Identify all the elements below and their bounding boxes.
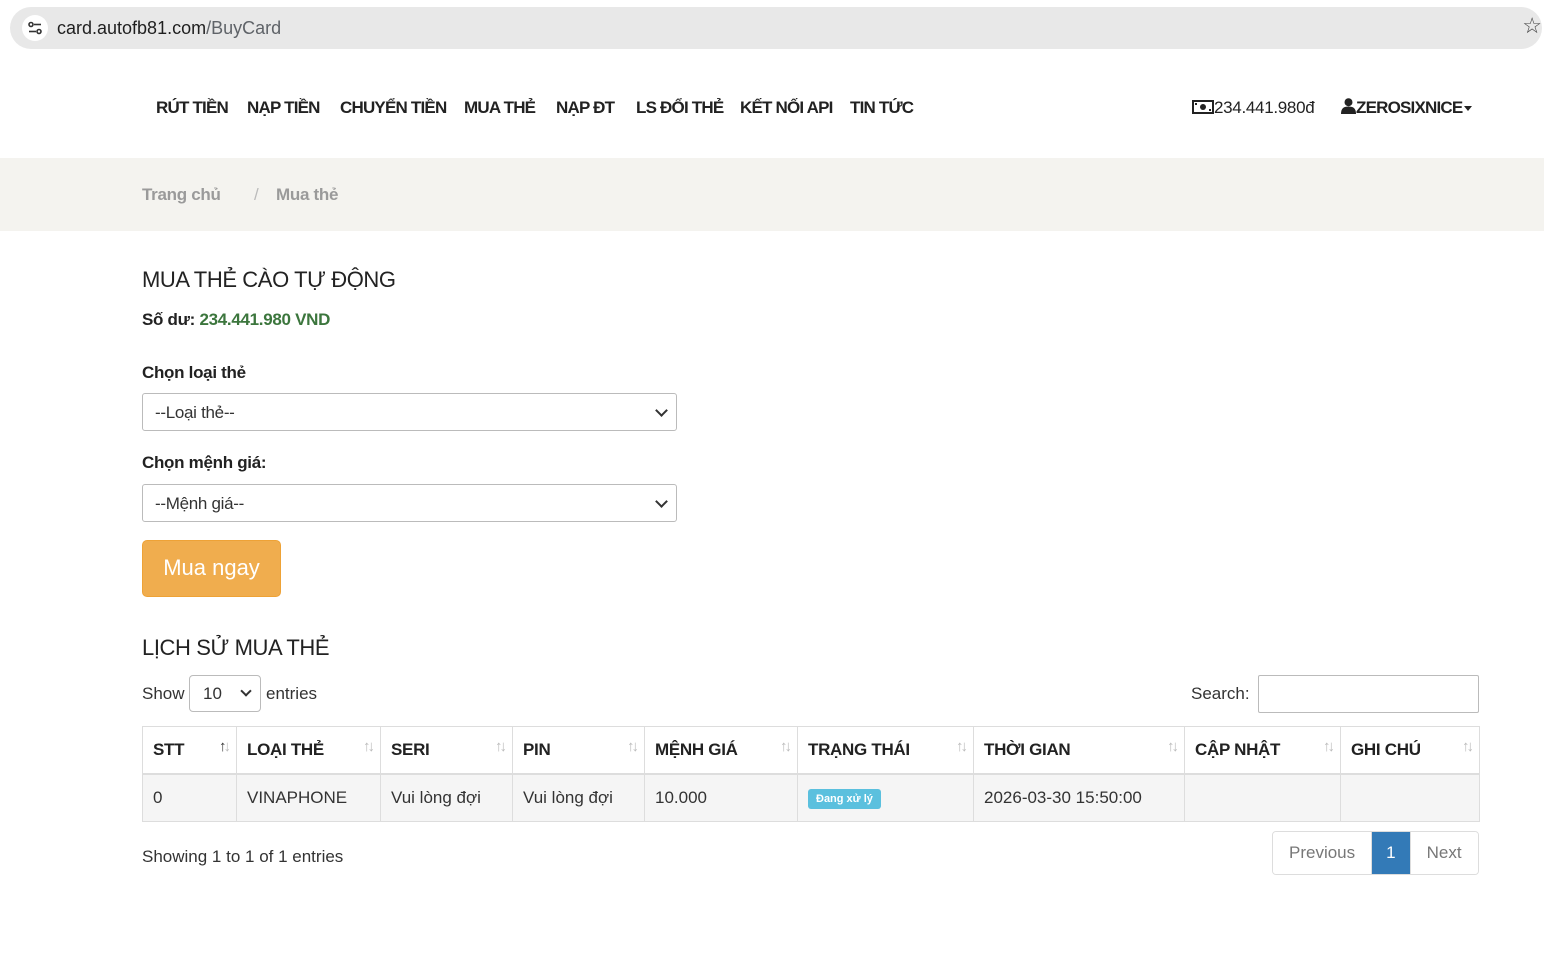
breadcrumb-home[interactable]: Trang chủ xyxy=(142,185,221,205)
buy-now-button[interactable]: Mua ngay xyxy=(142,540,281,597)
col-header-label: STT xyxy=(153,740,185,759)
sort-icon: ↑↓ xyxy=(780,738,792,755)
address-bar[interactable]: card.autofb81.com/BuyCard ☆ xyxy=(10,7,1542,49)
col-header-denomination[interactable]: MỆNH GIÁ ↑↓ xyxy=(644,726,798,775)
sort-icon: ↑↓ xyxy=(363,738,375,755)
col-header-label: GHI CHÚ xyxy=(1351,740,1421,759)
col-header-note[interactable]: GHI CHÚ ↑↓ xyxy=(1340,726,1480,775)
breadcrumb: Trang chủ / Mua thẻ xyxy=(0,158,1544,231)
card-type-label: Chọn loại thẻ xyxy=(142,363,246,382)
col-header-card-type[interactable]: LOẠI THẺ ↑↓ xyxy=(236,726,381,775)
buy-card-title: MUA THẺ CÀO TỰ ĐỘNG xyxy=(142,267,396,292)
sort-icon: ↑↓ xyxy=(495,738,507,755)
nav-ket-noi-api[interactable]: KẾT NỐI API xyxy=(740,98,833,118)
chevron-down-icon xyxy=(655,495,668,508)
sort-icon: ↑↓ xyxy=(627,738,639,755)
previous-page-button[interactable]: Previous xyxy=(1273,832,1373,874)
nav-nap-dt[interactable]: NẠP ĐT xyxy=(556,98,615,118)
sort-icon: ↑↓ xyxy=(1167,738,1179,755)
site-info-icon[interactable] xyxy=(22,15,48,41)
nav-rut-tien[interactable]: RÚT TIỀN xyxy=(156,98,229,118)
history-title: LỊCH SỬ MUA THẺ xyxy=(142,635,330,660)
table-row: 0 VINAPHONE Vui lòng đợi Vui lòng đợi 10… xyxy=(142,773,1480,822)
cell-seri: Vui lòng đợi xyxy=(380,773,513,822)
breadcrumb-separator: / xyxy=(254,185,259,204)
username: ZEROSIXNICE xyxy=(1356,98,1463,117)
balance-label: Số dư: xyxy=(142,310,196,329)
cell-card-type: VINAPHONE xyxy=(236,773,381,822)
url-text[interactable]: card.autofb81.com/BuyCard xyxy=(57,18,281,39)
table-info: Showing 1 to 1 of 1 entries xyxy=(142,847,344,866)
col-header-time[interactable]: THỜI GIAN ↑↓ xyxy=(973,726,1185,775)
nav-mua-the[interactable]: MUA THẺ xyxy=(464,98,536,118)
cell-pin: Vui lòng đợi xyxy=(512,773,645,822)
sort-icon: ↑↓ xyxy=(956,738,968,755)
card-type-selected: --Loại thẻ-- xyxy=(155,403,235,422)
browser-bar: card.autofb81.com/BuyCard ☆ xyxy=(0,0,1544,59)
cell-note xyxy=(1340,773,1480,822)
nav-ls-doi-the[interactable]: LS ĐỔI THẺ xyxy=(636,98,724,118)
nav-nap-tien[interactable]: NẠP TIỀN xyxy=(247,98,320,118)
nav-balance[interactable]: 234.441.980đ xyxy=(1192,98,1315,118)
sort-asc-icon: ↑↓ xyxy=(219,738,231,755)
col-header-pin[interactable]: PIN ↑↓ xyxy=(512,726,645,775)
next-page-button[interactable]: Next xyxy=(1410,832,1478,874)
entries-label: entries xyxy=(266,684,318,703)
col-header-label: MỆNH GIÁ xyxy=(655,740,738,759)
search-input[interactable] xyxy=(1258,675,1479,713)
nav-tin-tuc[interactable]: TIN TỨC xyxy=(850,98,914,118)
denomination-label: Chọn mệnh giá: xyxy=(142,453,267,472)
history-table: STT ↑↓ LOẠI THẺ ↑↓ SERI ↑↓ PIN ↑↓ MỆNH GIÁ ↑↓… xyxy=(142,726,1480,822)
col-header-label: SERI xyxy=(391,740,430,759)
cell-time: 2026-03-30 15:50:00 xyxy=(973,773,1185,822)
user-icon xyxy=(1341,98,1356,114)
nav-balance-value: 234.441.980đ xyxy=(1214,98,1315,117)
table-header-row: STT ↑↓ LOẠI THẺ ↑↓ SERI ↑↓ PIN ↑↓ MỆNH GIÁ ↑↓… xyxy=(142,726,1480,775)
page-button-current[interactable]: 1 xyxy=(1372,832,1411,874)
user-menu-dropdown[interactable]: ZEROSIXNICE xyxy=(1341,98,1473,118)
cell-updated xyxy=(1184,773,1341,822)
money-icon xyxy=(1192,100,1214,114)
pagination: Previous 1 Next xyxy=(1272,831,1479,875)
main-navbar: RÚT TIỀN NẠP TIỀN CHUYỂN TIỀN MUA THẺ NẠ… xyxy=(0,58,1544,158)
sort-icon: ↑↓ xyxy=(1462,738,1474,755)
col-header-stt[interactable]: STT ↑↓ xyxy=(142,726,237,775)
col-header-status[interactable]: TRẠNG THÁI ↑↓ xyxy=(797,726,974,775)
col-header-label: PIN xyxy=(523,740,551,759)
cell-denomination: 10.000 xyxy=(644,773,798,822)
breadcrumb-current: Mua thẻ xyxy=(276,185,339,204)
denomination-select[interactable]: --Mệnh giá-- xyxy=(142,484,677,522)
col-header-seri[interactable]: SERI ↑↓ xyxy=(380,726,513,775)
status-badge: Đang xử lý xyxy=(808,789,881,809)
entries-per-page-value: 10 xyxy=(203,684,222,703)
col-header-label: THỜI GIAN xyxy=(984,740,1071,759)
entries-per-page-select[interactable]: 10 xyxy=(189,675,261,712)
col-header-updated[interactable]: CẬP NHẬT ↑↓ xyxy=(1184,726,1341,775)
denomination-selected: --Mệnh giá-- xyxy=(155,494,244,513)
cell-stt: 0 xyxy=(142,773,237,822)
cell-status: Đang xử lý xyxy=(797,773,974,822)
search-label: Search: xyxy=(1191,684,1250,703)
url-path: /BuyCard xyxy=(206,18,282,38)
url-host: card.autofb81.com xyxy=(57,18,207,38)
chevron-down-icon xyxy=(240,685,252,697)
col-header-label: LOẠI THẺ xyxy=(247,740,324,759)
balance-line: Số dư: 234.441.980 VND xyxy=(142,310,330,330)
chevron-down-icon xyxy=(655,404,668,417)
caret-down-icon xyxy=(1464,106,1473,112)
nav-chuyen-tien[interactable]: CHUYỂN TIỀN xyxy=(340,98,447,118)
card-type-select[interactable]: --Loại thẻ-- xyxy=(142,393,677,431)
col-header-label: TRẠNG THÁI xyxy=(808,740,910,759)
balance-amount: 234.441.980 VND xyxy=(199,310,331,329)
show-label: Show xyxy=(142,684,185,703)
bookmark-star-icon[interactable]: ☆ xyxy=(1522,13,1542,39)
col-header-label: CẬP NHẬT xyxy=(1195,740,1281,759)
sort-icon: ↑↓ xyxy=(1323,738,1335,755)
